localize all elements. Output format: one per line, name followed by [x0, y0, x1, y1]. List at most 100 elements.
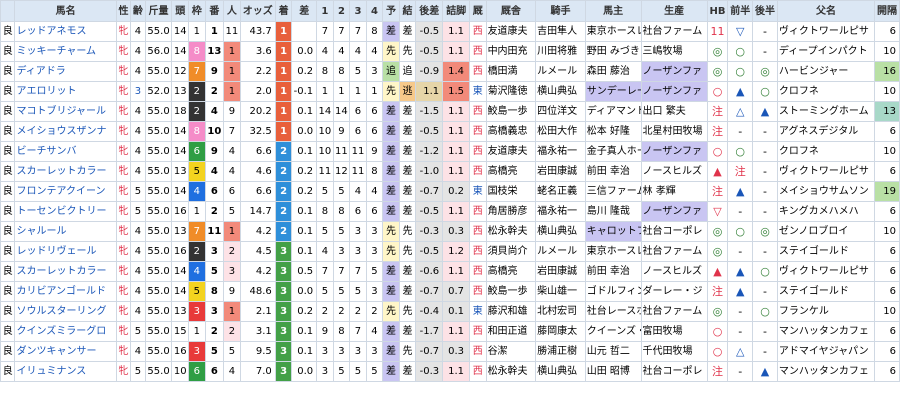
result-cell: 差 [398, 161, 417, 182]
pos2-cell: 9 [332, 121, 351, 142]
result-cell: 差 [398, 121, 417, 142]
interval-cell: 10 [874, 81, 900, 102]
track-condition-cell: 良 [0, 221, 16, 242]
weight-cell: 55.0 [144, 321, 173, 342]
stable-region-cell: 西 [469, 261, 487, 282]
pos3-cell: 5 [349, 281, 367, 302]
sire-cell: ゼンノロブロイ [776, 221, 876, 242]
close-speed-cell: 1.5 [442, 81, 471, 102]
pos1-cell: 3 [316, 341, 334, 362]
frame-cell: 3 [188, 341, 206, 362]
horse-name-cell[interactable]: マコトブリジャール [14, 101, 117, 122]
horse-name-cell[interactable]: レッドアネモス [14, 21, 117, 42]
pos1-cell: 8 [316, 61, 334, 82]
age-cell: 4 [130, 221, 146, 242]
number-cell: 4 [204, 161, 225, 182]
age-cell: 4 [130, 61, 146, 82]
weight-cell: 55.0 [144, 301, 173, 322]
horse-name-cell[interactable]: スカーレットカラー [14, 161, 117, 182]
pos4-cell: 2 [365, 301, 384, 322]
first-half-mark-cell: ○ [727, 141, 754, 162]
first-half-mark-cell: ▽ [727, 21, 754, 42]
owner-cell: 山元 哲二 [584, 341, 642, 362]
prediction-cell: 差 [382, 21, 400, 42]
hb-mark-cell: ▽ [706, 201, 729, 222]
weight-cell: 55.0 [144, 21, 173, 42]
jockey-cell: 吉田隼人 [535, 21, 586, 42]
field-size-cell: 13 [171, 301, 190, 322]
close-speed-cell: 1.1 [442, 261, 471, 282]
table-row: 良ビーチサンバ牝 4 55.0 14 6 9 4 6.6 2 0.1 10 11 11 9 差差 -1.2 1.… [0, 141, 900, 162]
sire-cell: ハービンジャー [776, 61, 876, 82]
horse-name-cell[interactable]: ソウルスターリング [14, 301, 117, 322]
hb-mark-cell: 11 [706, 21, 729, 42]
finish-cell: 3 [274, 301, 293, 322]
horse-name-cell[interactable]: メイショウスザンナ [14, 121, 117, 142]
sire-cell: フランケル [776, 301, 876, 322]
header-cell: 生産 [640, 0, 708, 22]
breeder-cell: ノースヒルズ [640, 261, 708, 282]
second-half-mark-cell: ○ [752, 81, 778, 102]
sire-cell: ディープインパクト [776, 41, 876, 62]
weight-cell: 55.0 [144, 281, 173, 302]
header-cell: 騎手 [535, 0, 586, 22]
header-cell: 厩 [469, 0, 487, 22]
result-cell: 差 [398, 21, 417, 42]
pos3-cell: 11 [349, 161, 367, 182]
late-diff-cell: -0.7 [415, 341, 444, 362]
horse-name-cell[interactable]: ダンツキャンサー [14, 341, 117, 362]
sex-cell: 牝 [115, 21, 132, 42]
margin-cell: 0.2 [291, 181, 318, 202]
header-cell: 3 [349, 0, 367, 22]
horse-name-cell[interactable]: クインズミラーグロ [14, 321, 117, 342]
interval-cell: 13 [874, 101, 900, 122]
margin-cell: -0.1 [291, 81, 318, 102]
track-condition-cell: 良 [0, 81, 16, 102]
pos1-cell: 8 [316, 201, 334, 222]
pos1-cell: 5 [316, 221, 334, 242]
sex-cell: 牝 [115, 81, 132, 102]
late-diff-cell: -1.2 [415, 141, 444, 162]
pos2-cell: 14 [332, 101, 351, 122]
interval-cell: 6 [874, 21, 900, 42]
pos3-cell: 4 [349, 181, 367, 202]
horse-name-cell[interactable]: ビーチサンバ [14, 141, 117, 162]
horse-name-cell[interactable]: レッドリヴェール [14, 241, 117, 262]
hb-mark-cell: ▲ [706, 161, 729, 182]
header-cell: 人 [223, 0, 241, 22]
second-half-mark-cell: - [752, 281, 778, 302]
margin-cell: 0.2 [291, 161, 318, 182]
pos4-cell: 3 [365, 281, 384, 302]
pos4-cell: 3 [365, 241, 384, 262]
pos2-cell: 5 [332, 181, 351, 202]
late-diff-cell: -0.9 [415, 61, 444, 82]
track-condition-cell: 良 [0, 121, 16, 142]
horse-name-cell[interactable]: アエロリット [14, 81, 117, 102]
late-diff-cell: -0.5 [415, 121, 444, 142]
track-condition-cell: 良 [0, 341, 16, 362]
owner-cell: キャロットフ [584, 221, 642, 242]
horse-name-cell[interactable]: ミッキーチャーム [14, 41, 117, 62]
pos4-cell: 3 [365, 221, 384, 242]
track-condition-cell: 良 [0, 161, 16, 182]
header-cell: 枠 [188, 0, 206, 22]
jockey-cell: 柴山雄一 [535, 281, 586, 302]
horse-name-cell[interactable]: ディアドラ [14, 61, 117, 82]
margin-cell: 0.1 [291, 141, 318, 162]
pos4-cell: 4 [365, 321, 384, 342]
table-row: 良ダンツキャンサー牝 4 55.0 16 3 5 5 9.5 3 0.1 3 3 3 3 差先 -0.7 0.3… [0, 341, 900, 362]
late-diff-cell: -0.5 [415, 241, 444, 262]
second-half-mark-cell: ▲ [752, 101, 778, 122]
late-diff-cell: -0.6 [415, 261, 444, 282]
horse-name-cell[interactable]: スカーレットカラー [14, 261, 117, 282]
horse-name-cell[interactable]: カリビアンゴールド [14, 281, 117, 302]
age-cell: 4 [130, 161, 146, 182]
horse-name-cell[interactable]: トーセンビクトリー [14, 201, 117, 222]
horse-name-cell[interactable]: シャルール [14, 221, 117, 242]
jockey-cell: 川田将雅 [535, 41, 586, 62]
horse-name-cell[interactable]: フロンテアクイーン [14, 181, 117, 202]
pos2-cell: 4 [332, 41, 351, 62]
horse-name-cell[interactable]: イリュミナンス [14, 361, 117, 382]
pos3-cell: 7 [349, 321, 367, 342]
number-cell: 11 [204, 221, 225, 242]
